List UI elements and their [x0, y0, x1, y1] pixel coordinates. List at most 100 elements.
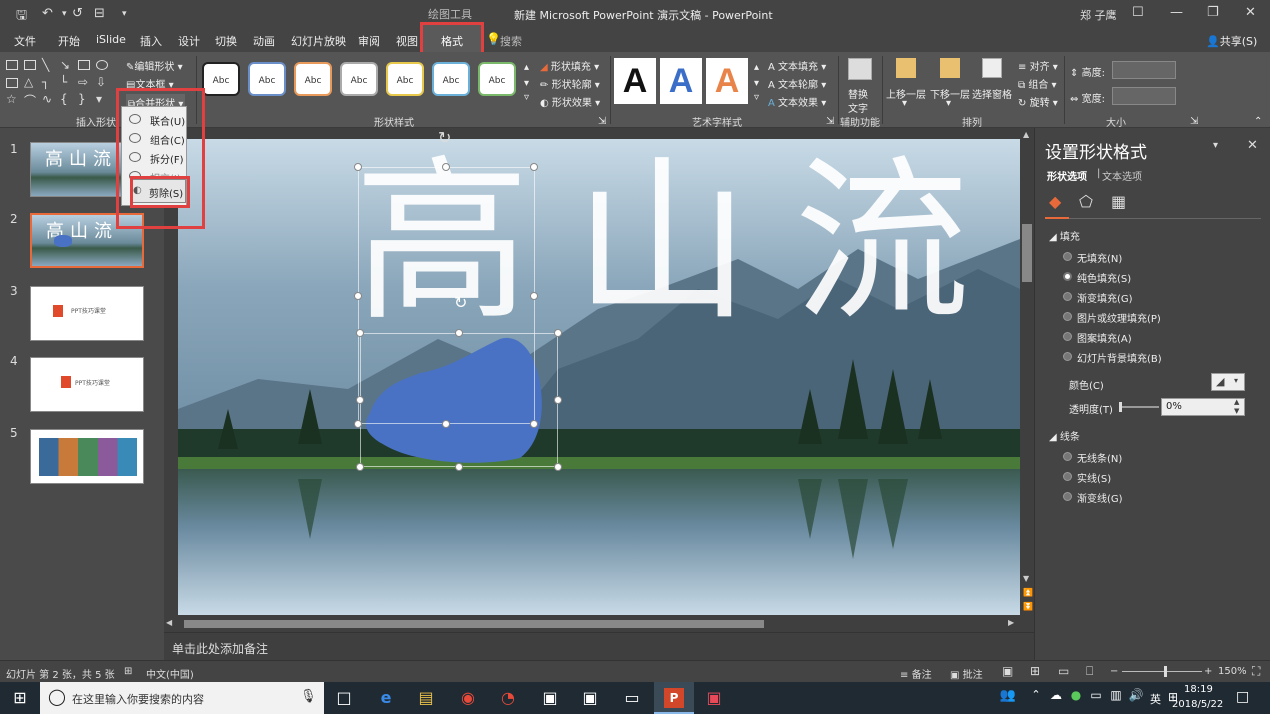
- scroll-thumb[interactable]: [1022, 224, 1032, 282]
- brace-left-icon[interactable]: {: [60, 92, 68, 106]
- shape-style-7[interactable]: Abc: [478, 62, 516, 96]
- ime-indicator[interactable]: 英: [1150, 691, 1161, 707]
- shape-styles-more-icon[interactable]: ▿: [524, 92, 529, 103]
- shape-styles-scroll-up-icon[interactable]: ▴: [524, 62, 529, 73]
- size-properties-icon[interactable]: ▦: [1111, 192, 1126, 211]
- minimize-icon[interactable]: —: [1170, 5, 1183, 20]
- send-backward-button[interactable]: 下移一层 ▾: [930, 56, 972, 112]
- line-option-radio[interactable]: [1063, 452, 1072, 461]
- fill-option-radio[interactable]: [1063, 332, 1072, 341]
- wordart-launcher-icon[interactable]: ⇲: [826, 116, 834, 127]
- redo-icon[interactable]: ↺: [72, 6, 83, 21]
- tab-file[interactable]: 文件: [14, 33, 36, 49]
- tab-review[interactable]: 审阅: [358, 33, 380, 49]
- tab-view[interactable]: 视图: [396, 33, 418, 49]
- cloud-icon[interactable]: ☁: [1046, 688, 1066, 708]
- spin-down-icon[interactable]: ▼: [1234, 407, 1239, 415]
- width-input[interactable]: [1112, 87, 1176, 105]
- resize-handle[interactable]: [442, 163, 450, 171]
- network-icon[interactable]: ▥: [1106, 688, 1126, 708]
- wordart-style-3[interactable]: A: [706, 58, 748, 104]
- elbow-arrow-icon[interactable]: └: [60, 75, 67, 89]
- oval-shape-icon[interactable]: [96, 60, 108, 70]
- save-icon[interactable]: 🖫: [16, 6, 27, 28]
- next-slide-icon[interactable]: ⏬: [1023, 602, 1033, 611]
- line-shape-icon[interactable]: ╲: [42, 58, 49, 72]
- right-arrow-shape-icon[interactable]: ⇨: [78, 75, 88, 89]
- clock-date[interactable]: 2018/5/22: [1172, 699, 1223, 710]
- shape-fill-button[interactable]: ◢ 形状填充 ▾: [540, 58, 599, 73]
- resize-handle[interactable]: [455, 329, 463, 337]
- text-outline-button[interactable]: A 文本轮廓 ▾: [768, 76, 826, 91]
- slide-canvas[interactable]: 高山流 ↻: [178, 139, 1020, 615]
- transparency-input[interactable]: 0% ▲ ▼: [1161, 398, 1245, 416]
- zoom-slider[interactable]: [1122, 666, 1202, 677]
- undo-dropdown-icon[interactable]: ▾: [62, 9, 67, 19]
- volume-icon[interactable]: 🔊: [1126, 688, 1146, 708]
- textbox-shape-icon[interactable]: [6, 60, 18, 70]
- prev-slide-icon[interactable]: ⏫: [1023, 588, 1033, 597]
- tab-insert[interactable]: 插入: [140, 33, 162, 49]
- fit-to-window-icon[interactable]: ⛶: [1252, 664, 1260, 679]
- tab-transitions[interactable]: 切换: [215, 33, 237, 49]
- tell-me-search[interactable]: 搜索: [500, 33, 522, 49]
- resize-handle[interactable]: [455, 463, 463, 471]
- zoom-slider-thumb[interactable]: [1164, 666, 1167, 677]
- notes-toggle[interactable]: ≡ 备注: [900, 666, 932, 681]
- fill-option-radio-selected[interactable]: [1063, 272, 1072, 281]
- slide-thumbnail-4[interactable]: PPT技巧课堂: [30, 357, 144, 412]
- window-app-icon[interactable]: ▭: [622, 688, 642, 708]
- scroll-right-icon[interactable]: ▶: [1008, 618, 1014, 627]
- more-shapes-icon[interactable]: ▾: [96, 92, 102, 106]
- scroll-up-icon[interactable]: ▲: [1023, 130, 1029, 139]
- screenshot-app-icon[interactable]: ▣: [580, 688, 600, 708]
- line-option-radio[interactable]: [1063, 492, 1072, 501]
- taskbar-search[interactable]: ◯ 在这里输入你要搜索的内容 🎙: [40, 682, 324, 714]
- resize-handle[interactable]: [356, 329, 364, 337]
- resize-handle[interactable]: [354, 292, 362, 300]
- people-icon[interactable]: 👥: [998, 688, 1018, 708]
- shape-outline-button[interactable]: ✏ 形状轮廓 ▾: [540, 76, 600, 91]
- shape-style-5[interactable]: Abc: [386, 62, 424, 96]
- shape-styles-launcher-icon[interactable]: ⇲: [598, 116, 606, 127]
- text-effects-button[interactable]: A 文本效果 ▾: [768, 94, 826, 109]
- battery-icon[interactable]: ▭: [1086, 688, 1106, 708]
- task-view-icon[interactable]: □: [334, 688, 354, 708]
- netease-music-icon[interactable]: ◉: [458, 688, 478, 708]
- presentation-app-icon[interactable]: ▣: [704, 688, 724, 708]
- fill-option-radio[interactable]: [1063, 252, 1072, 261]
- share-button[interactable]: 👤共享(S): [1206, 33, 1257, 49]
- tab-home[interactable]: 开始: [58, 33, 80, 49]
- comments-toggle[interactable]: ▣ 批注: [950, 666, 983, 681]
- slide-sorter-icon[interactable]: ⊞: [1030, 664, 1040, 678]
- resize-handle[interactable]: [530, 163, 538, 171]
- vertical-scrollbar[interactable]: ▲ ▼ ⏫ ⏬: [1020, 128, 1034, 618]
- height-input[interactable]: [1112, 61, 1176, 79]
- shape-style-2[interactable]: Abc: [248, 62, 286, 96]
- group-button[interactable]: ⧉ 组合 ▾: [1018, 76, 1057, 91]
- resize-handle[interactable]: [356, 463, 364, 471]
- wechat-icon[interactable]: ●: [1066, 688, 1086, 708]
- shape-style-3[interactable]: Abc: [294, 62, 332, 96]
- zoom-in-icon[interactable]: +: [1204, 666, 1212, 677]
- fill-line-icon[interactable]: ◆: [1049, 192, 1061, 211]
- rotate-handle-icon[interactable]: ↻: [454, 293, 467, 312]
- tab-text-options[interactable]: 文本选项: [1102, 168, 1142, 183]
- zoom-level[interactable]: 150%: [1218, 666, 1247, 677]
- rectangle-shape-icon[interactable]: [78, 60, 90, 70]
- maximize-icon[interactable]: ❐: [1207, 5, 1219, 20]
- file-explorer-icon[interactable]: ▤: [416, 688, 436, 708]
- language-indicator[interactable]: 中文(中国): [146, 666, 194, 681]
- resize-handle[interactable]: [554, 396, 562, 404]
- panel-options-icon[interactable]: ▾: [1213, 140, 1218, 151]
- text-fill-button[interactable]: A 文本填充 ▾: [768, 58, 826, 73]
- normal-view-icon[interactable]: ▣: [1002, 664, 1013, 678]
- spin-up-icon[interactable]: ▲: [1234, 398, 1239, 406]
- powerpoint-taskbar-button[interactable]: P: [654, 682, 694, 714]
- show-hidden-icons[interactable]: ⌃: [1026, 688, 1046, 708]
- notes-pane[interactable]: 单击此处添加备注: [164, 632, 1034, 660]
- action-center-icon[interactable]: □: [1236, 689, 1249, 705]
- spell-check-icon[interactable]: ⊞: [124, 666, 132, 677]
- slide-thumbnail-5[interactable]: [30, 429, 144, 484]
- resize-handle[interactable]: [530, 292, 538, 300]
